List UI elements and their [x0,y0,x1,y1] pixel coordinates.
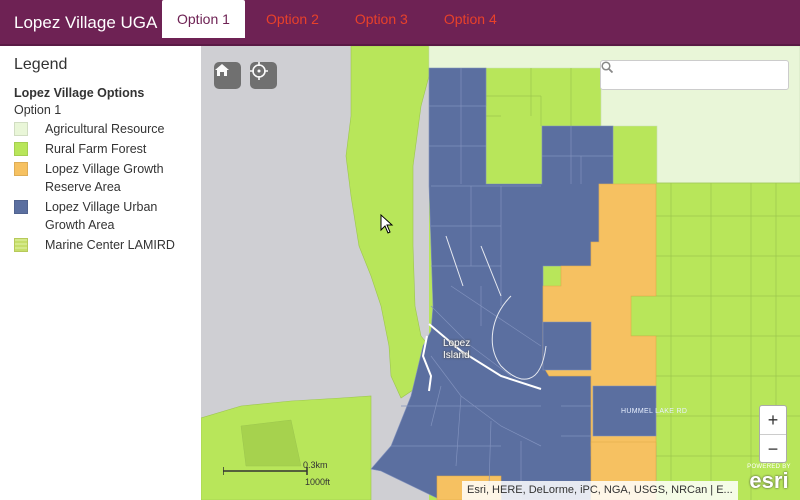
tab-option-1[interactable]: Option 1 [162,0,245,38]
agricultural-swatch [14,122,28,136]
tab-option-4[interactable]: Option 4 [429,0,512,38]
locate-button[interactable] [250,62,277,89]
locate-icon [250,62,268,80]
rural-farm-swatch [14,142,28,156]
legend-title: Legend [14,56,68,73]
legend-layer-name: Lopez Village Options [14,86,145,100]
legend-item-label: Lopez Village Growth Reserve Area [45,162,164,194]
mouse-cursor-icon [380,214,394,234]
esri-wordmark: esri [749,468,789,493]
map-attribution: Esri, HERE, DeLorme, iPC, NGA, USGS, NRC… [462,481,738,500]
legend-item-growth-reserve: Lopez Village Growth Reserve Area [14,160,187,196]
legend-sublayer-name: Option 1 [14,103,62,117]
option-tabs: Option 1 Option 2 Option 3 Option 4 [162,0,518,46]
zoom-control: + − [759,405,787,463]
legend-item-agricultural: Agricultural Resource [14,120,187,138]
home-button[interactable] [214,62,241,89]
map-canvas[interactable] [201,46,800,500]
app-title: Lopez Village UGA [14,13,158,32]
scale-km-label: 0.3km [303,460,328,470]
tab-option-3[interactable]: Option 3 [340,0,423,38]
app-header: Lopez Village UGA Option 1 Option 2 Opti… [0,0,800,46]
zoom-in-button[interactable]: + [760,406,786,434]
scale-ft-label: 1000ft [305,477,331,487]
zoom-out-button[interactable]: − [760,434,786,462]
legend-item-urban-growth: Lopez Village Urban Growth Area [14,198,187,234]
legend-item-label: Agricultural Resource [45,122,165,136]
growth-reserve-swatch [14,162,28,176]
scale-bar: 0.3km 1000ft [223,460,333,490]
marine-center-swatch [14,238,28,252]
legend-item-marine-center: Marine Center LAMIRD [14,236,187,254]
map-view[interactable]: Lopez Island HUMMEL LAKE RD + − 0.3km 10… [201,46,800,500]
legend-item-label: Rural Farm Forest [45,142,147,156]
legend-panel: Legend Lopez Village Options Option 1 Ag… [0,46,201,500]
search-input[interactable] [625,65,783,85]
urban-growth-swatch [14,200,28,214]
tab-option-2[interactable]: Option 2 [251,0,334,38]
legend-item-label: Lopez Village Urban Growth Area [45,200,158,232]
search-icon [601,61,613,73]
home-icon [215,64,229,76]
legend-item-rural-farm: Rural Farm Forest [14,140,187,158]
search-box[interactable] [600,60,789,90]
road-label: HUMMEL LAKE RD [621,408,688,415]
legend-item-label: Marine Center LAMIRD [45,238,175,252]
place-label: Lopez Island [443,338,471,361]
esri-logo[interactable]: POWERED BY esri [741,464,797,496]
